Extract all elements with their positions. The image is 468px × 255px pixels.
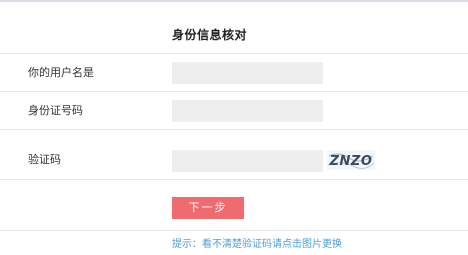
captcha-label: 验证码 [28, 153, 61, 166]
divider [0, 129, 468, 130]
page-title: 身份信息核对 [172, 28, 248, 42]
username-input[interactable] [172, 62, 323, 84]
captcha-text: ZNZO [329, 154, 373, 169]
divider [0, 53, 468, 54]
id-number-label: 身份证号码 [28, 104, 83, 117]
username-label: 你的用户名是 [28, 66, 94, 79]
captcha-image[interactable]: ZNZO [327, 150, 375, 170]
top-border [0, 0, 468, 2]
divider [0, 91, 468, 92]
next-step-button[interactable]: 下一步 [172, 197, 244, 219]
captcha-hint: 提示：看不清楚验证码请点击图片更换 [172, 239, 342, 250]
divider [0, 179, 468, 180]
divider [0, 230, 468, 231]
captcha-input[interactable] [172, 150, 323, 172]
id-number-input[interactable] [172, 100, 323, 122]
